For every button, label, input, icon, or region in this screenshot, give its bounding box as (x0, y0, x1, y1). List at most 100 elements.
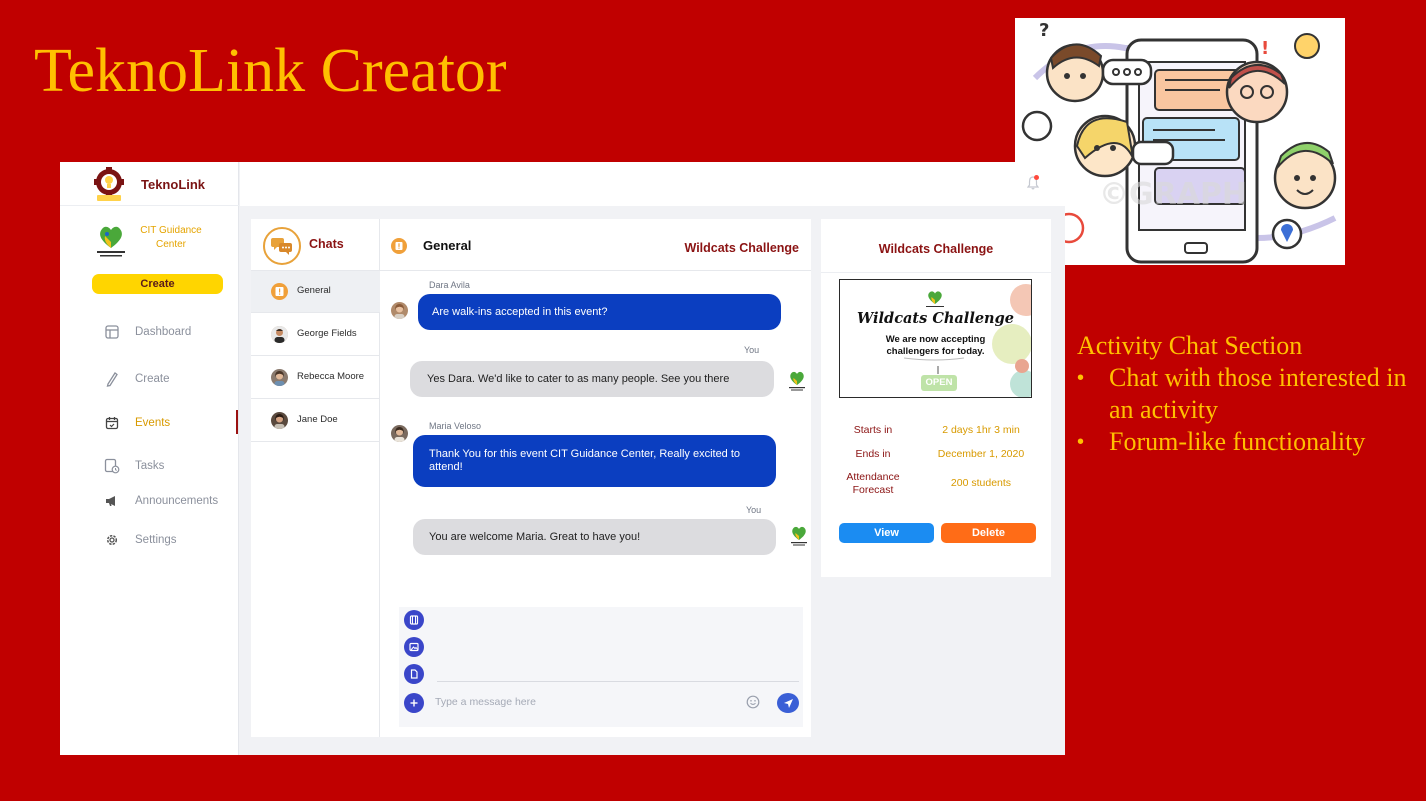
general-channel-icon (271, 283, 288, 300)
chats-title: Chats (309, 237, 344, 251)
poster-subtitle: We are now accepting challengers for tod… (840, 334, 1031, 358)
message-bubble: You are welcome Maria. Great to have you… (413, 519, 776, 555)
notification-dot (1034, 175, 1039, 180)
message-bubble: Yes Dara. We'd like to cater to as many … (410, 361, 774, 397)
chat-item-name: George Fields (297, 328, 357, 339)
nav-label: Announcements (135, 495, 219, 507)
nav-label: Dashboard (135, 326, 192, 338)
attendance-label-line: Attendance (846, 471, 900, 483)
emoji-icon[interactable] (746, 695, 760, 709)
brand-name: TeknoLink (141, 177, 206, 192)
plus-icon[interactable] (404, 693, 424, 713)
chat-list: Chats General George Fields Rebecca Moor… (251, 219, 380, 737)
divider (821, 272, 1051, 273)
nav-item-create[interactable]: Create (60, 365, 239, 393)
send-button[interactable] (777, 693, 799, 713)
delete-button[interactable]: Delete (941, 523, 1036, 543)
chat-bubbles-icon (263, 227, 301, 265)
attendance-value: 200 students (950, 477, 1012, 489)
slide-notes: Activity Chat Section Chat with those in… (1077, 330, 1417, 458)
message-list: Dara Avila Are walk-ins accepted in this… (380, 271, 811, 601)
nav-label: Tasks (135, 460, 165, 472)
avatar (391, 425, 408, 442)
nav-item-tasks[interactable]: Tasks (60, 452, 239, 480)
dashboard-icon (104, 324, 120, 340)
message-sender: Maria Veloso (429, 421, 482, 431)
top-bar (240, 162, 1065, 206)
chat-item-general[interactable]: General (251, 271, 380, 313)
message-sender: You (746, 505, 762, 515)
starts-value: 2 days 1hr 3 min (942, 424, 1020, 436)
ends-value: December 1, 2020 (937, 448, 1025, 460)
message-sender: You (744, 345, 760, 355)
active-indicator (236, 410, 238, 434)
svg-text:©GRAPH: ©GRAPH (1099, 177, 1247, 212)
brand-header: TeknoLink (60, 162, 239, 206)
org-logo (97, 226, 125, 257)
image-icon[interactable] (404, 637, 424, 657)
event-title: Wildcats Challenge (878, 242, 994, 256)
chat-item-name: Rebecca Moore (297, 371, 365, 382)
conversation-event-name: Wildcats Challenge (684, 241, 800, 255)
chat-item-rebecca-moore[interactable]: Rebecca Moore (251, 357, 380, 399)
avatar (271, 326, 288, 343)
gear-icon (104, 532, 120, 548)
message-input[interactable] (435, 693, 735, 711)
message-composer (399, 607, 803, 727)
tasks-icon (104, 458, 120, 474)
avatar (271, 412, 288, 429)
nav-item-announcements[interactable]: Announcements (60, 487, 239, 515)
composer-divider (437, 681, 799, 682)
message-bubble: Thank You for this event CIT Guidance Ce… (413, 435, 776, 487)
send-icon (783, 698, 793, 708)
org-logo (788, 523, 810, 547)
create-button[interactable]: Create (92, 274, 223, 294)
nav-item-events[interactable]: Events (60, 409, 239, 437)
sidebar: TeknoLink CIT Guidance Center Create Das… (60, 162, 239, 755)
nav-label: Events (135, 417, 171, 429)
message-sender: Dara Avila (429, 280, 470, 290)
calendar-icon (104, 415, 120, 431)
poster-subtitle-line: challengers for today. (886, 346, 985, 357)
chat-item-name: Jane Doe (297, 414, 338, 425)
attendance-label: Attendance Forecast (833, 471, 913, 497)
chats-panel: Chats General George Fields Rebecca Moor… (251, 219, 811, 737)
starts-label: Starts in (853, 424, 893, 436)
nav-label: Create (135, 373, 170, 385)
notes-bullet-list: Chat with those interested in an activit… (1077, 362, 1417, 458)
poster-title: Wildcats Challenge (857, 310, 1014, 327)
megaphone-icon (104, 493, 120, 509)
document-icon[interactable] (404, 664, 424, 684)
pencil-icon (104, 371, 120, 387)
attendance-label-line: Forecast (852, 484, 894, 496)
chat-item-george-fields[interactable]: George Fields (251, 314, 380, 356)
slide-title: TeknoLink Creator (34, 37, 507, 105)
open-sign: OPEN (921, 375, 957, 391)
general-channel-icon (391, 238, 407, 254)
notes-bullet: Chat with those interested in an activit… (1077, 362, 1417, 426)
avatar (271, 369, 288, 386)
nav-item-settings[interactable]: Settings (60, 526, 239, 554)
teknolink-logo (94, 167, 124, 201)
chats-header: Chats (251, 219, 380, 271)
event-detail-card: Wildcats Challenge Wildcats Challenge We… (821, 219, 1051, 577)
nav-item-dashboard[interactable]: Dashboard (60, 318, 239, 346)
message-bubble: Are walk-ins accepted in this event? (418, 294, 781, 330)
chat-item-jane-doe[interactable]: Jane Doe (251, 400, 380, 442)
event-poster: Wildcats Challenge We are now accepting … (839, 279, 1032, 398)
org-logo (786, 368, 808, 392)
notes-heading: Activity Chat Section (1077, 331, 1303, 360)
chat-item-name: General (297, 285, 331, 296)
conversation-header: General Wildcats Challenge (380, 219, 811, 271)
view-button[interactable]: View (839, 523, 934, 543)
svg-text:!: ! (1261, 38, 1269, 59)
nav-label: Settings (135, 534, 177, 546)
notes-bullet: Forum-like functionality (1077, 426, 1417, 458)
app-window: TeknoLink CIT Guidance Center Create Das… (60, 162, 1065, 755)
media-attach-icon[interactable] (404, 610, 424, 630)
svg-text:?: ? (1039, 20, 1049, 41)
org-name: CIT Guidance Center (140, 225, 202, 250)
avatar (391, 302, 408, 319)
ends-label: Ends in (855, 448, 891, 460)
conversation-title: General (423, 238, 472, 253)
